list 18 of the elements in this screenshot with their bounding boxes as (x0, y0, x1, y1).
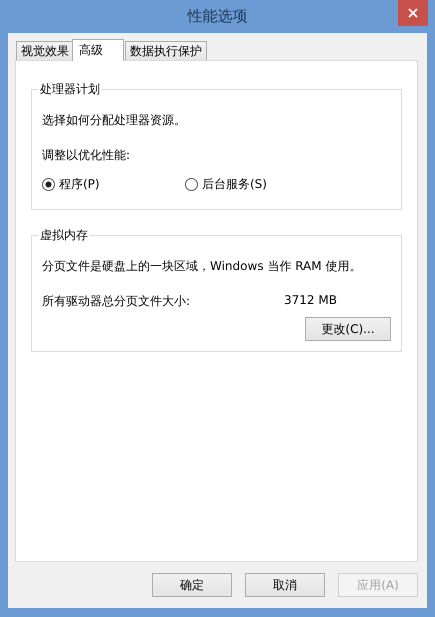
tab[interactable]: 高级 (72, 39, 124, 61)
prompt-label: 调整以优化性能: (42, 147, 132, 164)
description-text: 分页文件是硬盘上的一块区域，Windows 当作 RAM 使用。 (42, 258, 362, 275)
dialog-button[interactable]: 取消 (245, 573, 325, 597)
group-title: 处理器计划 (39, 81, 101, 98)
change-button[interactable]: 更改(C)... (305, 317, 391, 341)
group-title: 虚拟内存 (39, 227, 89, 244)
tab[interactable]: 视觉效果 (16, 41, 74, 60)
tab[interactable]: 数据执行保护 (125, 41, 207, 60)
description-text: 选择如何分配处理器资源。 (42, 112, 187, 129)
total-value: 3712 MB (284, 293, 337, 309)
dialog-button[interactable]: 确定 (152, 573, 232, 597)
close-button[interactable] (398, 0, 428, 26)
window-title: 性能选项 (188, 7, 248, 26)
total-label: 所有驱动器总分页文件大小: (42, 293, 192, 310)
radio-option[interactable]: 程序(P) (42, 176, 185, 193)
radio-option[interactable]: 后台服务(S) (185, 176, 328, 193)
close-icon (408, 8, 418, 18)
